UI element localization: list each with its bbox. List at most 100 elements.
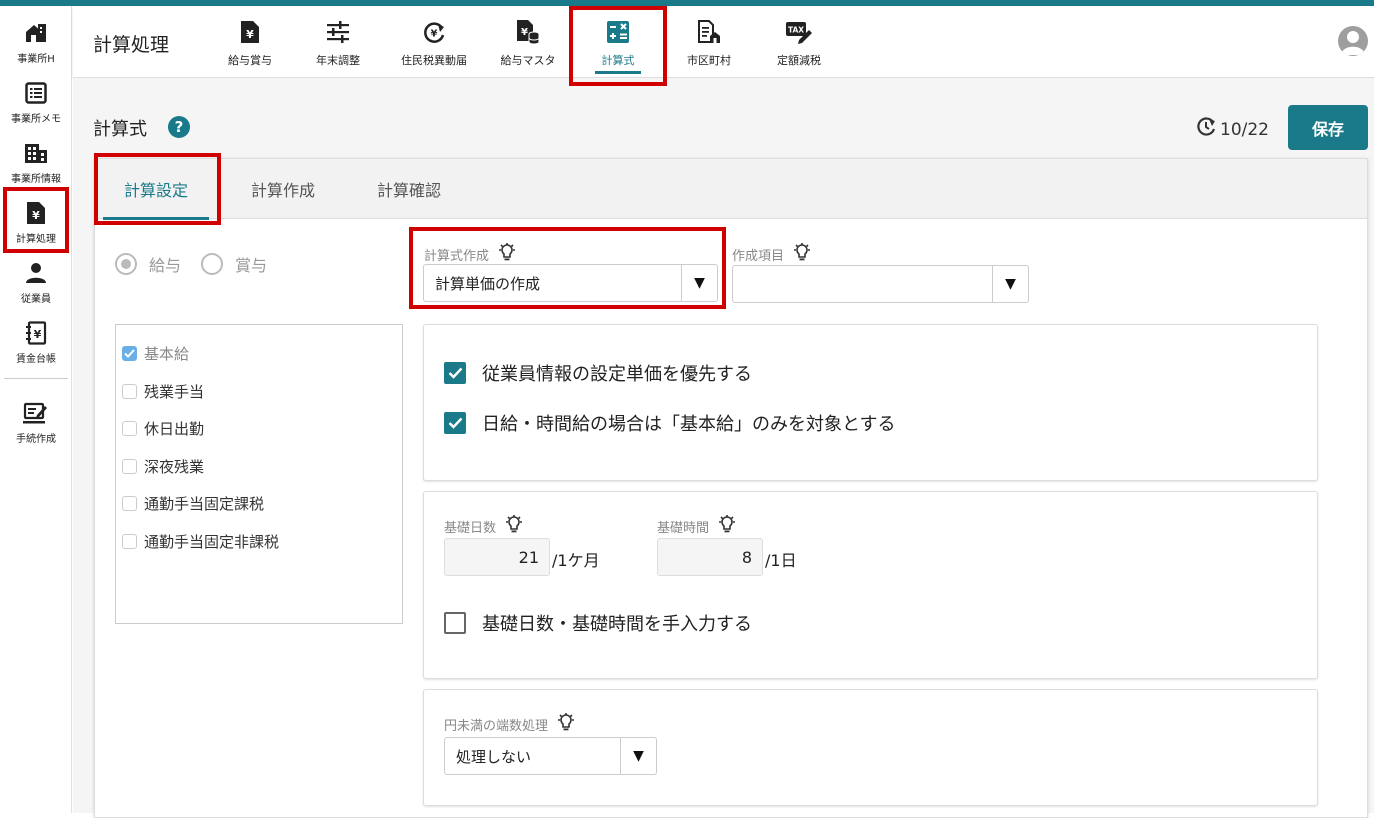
list-item-label: 休日出勤 bbox=[144, 420, 205, 439]
person-icon bbox=[23, 260, 49, 286]
sidebar-item-office-info[interactable]: 事業所情報 bbox=[0, 134, 72, 192]
sidebar-item-office-memo[interactable]: 事業所メモ bbox=[0, 74, 72, 132]
nav-label: 年末調整 bbox=[316, 54, 360, 67]
bonus-radio-label: 賞与 bbox=[235, 256, 268, 275]
nav-label: 給与賞与 bbox=[228, 54, 272, 67]
target-field-label: 作成項目 bbox=[732, 242, 812, 266]
list-item[interactable]: 残業手当 bbox=[116, 373, 402, 411]
svg-text:¥: ¥ bbox=[246, 28, 254, 41]
checkbox[interactable] bbox=[122, 458, 137, 474]
bonus-radio[interactable] bbox=[201, 253, 224, 275]
checkbox[interactable] bbox=[122, 383, 137, 399]
checkbox[interactable] bbox=[122, 496, 137, 512]
lightbulb-icon[interactable] bbox=[792, 242, 812, 266]
help-icon[interactable]: ? bbox=[168, 116, 190, 138]
nav-calc-formula[interactable]: 計算式 bbox=[581, 6, 655, 78]
list-item[interactable]: 深夜残業 bbox=[116, 448, 402, 486]
checkbox-checked[interactable] bbox=[122, 346, 137, 362]
sidebar-divider bbox=[4, 378, 68, 379]
prefer-employee-rate-option[interactable]: 従業員情報の設定単価を優先する bbox=[444, 360, 752, 386]
nav-label: 住民税異動届 bbox=[401, 54, 467, 67]
list-item[interactable]: 通勤手当固定非課税 bbox=[116, 523, 402, 561]
basis-panel: 基礎日数 /1ケ月 基礎時間 /1日 基礎日数・基礎時間を手入力する bbox=[423, 491, 1318, 679]
form-edit-icon bbox=[23, 400, 49, 426]
chevron-down-icon: ▼ bbox=[681, 265, 717, 301]
rounding-panel: 円未満の端数処理 処理しない ▼ bbox=[423, 689, 1318, 806]
tax-edit-icon: TAX bbox=[785, 18, 813, 46]
sidebar-item-label: 事業所メモ bbox=[11, 114, 61, 125]
chevron-down-icon: ▼ bbox=[620, 738, 656, 774]
formula-select[interactable]: 計算単価の作成 ▼ bbox=[423, 264, 718, 302]
nav-fixed-tax-reduction[interactable]: TAX 定額減税 bbox=[767, 6, 831, 78]
list-item[interactable]: 通勤手当固定課税 bbox=[116, 485, 402, 523]
sidebar-item-label: 計算処理 bbox=[16, 234, 56, 245]
list-item[interactable]: 基本給 bbox=[116, 335, 402, 373]
list-item-label: 深夜残業 bbox=[144, 457, 205, 476]
checkbox-checked[interactable] bbox=[444, 412, 466, 434]
tab-bar: 計算設定 計算作成 計算確認 bbox=[95, 159, 1367, 220]
checkbox[interactable] bbox=[444, 612, 466, 634]
sidebar-item-calculation[interactable]: ¥ 計算処理 bbox=[0, 194, 72, 252]
sidebar-item-employees[interactable]: 従業員 bbox=[0, 254, 72, 312]
basis-hours-label-text: 基礎時間 bbox=[657, 520, 710, 536]
app-title: 計算処理 bbox=[93, 34, 170, 56]
basis-hours-input[interactable] bbox=[657, 538, 763, 576]
history-count: 10/22 bbox=[1220, 119, 1269, 140]
unit-price-options-panel: 従業員情報の設定単価を優先する 日給・時間給の場合は「基本給」のみを対象とする bbox=[423, 324, 1318, 481]
tab-calc-confirm[interactable]: 計算確認 bbox=[357, 159, 461, 219]
nav-label: 計算式 bbox=[601, 54, 635, 67]
option-label: 従業員情報の設定単価を優先する bbox=[482, 364, 752, 385]
tab-calc-settings[interactable]: 計算設定 bbox=[103, 159, 209, 220]
salary-radio-label: 給与 bbox=[149, 256, 182, 275]
list-item-label: 通勤手当固定非課税 bbox=[144, 532, 280, 551]
left-sidebar: 事業所H 事業所メモ 事業所情報 ¥ 計算処理 従業員 ¥ 賃金台帳 手続作成 bbox=[0, 6, 72, 813]
lightbulb-icon[interactable] bbox=[497, 242, 517, 266]
list-item-label: 基本給 bbox=[144, 345, 190, 364]
svg-text:TAX: TAX bbox=[788, 26, 804, 35]
save-button[interactable]: 保存 bbox=[1288, 105, 1368, 150]
calculator-icon bbox=[604, 18, 632, 46]
rounding-label-text: 円未満の端数処理 bbox=[444, 718, 549, 734]
memo-list-icon bbox=[23, 80, 49, 106]
sidebar-item-label: 事業所H bbox=[17, 54, 55, 65]
lightbulb-icon[interactable] bbox=[504, 514, 524, 538]
manual-basis-option[interactable]: 基礎日数・基礎時間を手入力する bbox=[444, 610, 752, 636]
sidebar-item-procedures[interactable]: 手続作成 bbox=[0, 394, 72, 452]
pay-item-list: 基本給 残業手当 休日出勤 深夜残業 通勤手当固定課税 通勤手当固定非課税 bbox=[115, 324, 403, 624]
checkbox[interactable] bbox=[122, 421, 137, 437]
formula-label-text: 計算式作成 bbox=[424, 248, 490, 264]
user-icon bbox=[1341, 31, 1365, 55]
basic-only-option[interactable]: 日給・時間給の場合は「基本給」のみを対象とする bbox=[444, 410, 895, 436]
history-button[interactable]: 10/22 bbox=[1195, 116, 1269, 143]
ledger-yen-icon: ¥ bbox=[23, 320, 49, 346]
lightbulb-icon[interactable] bbox=[717, 514, 737, 538]
sidebar-item-office-home[interactable]: 事業所H bbox=[0, 14, 72, 72]
svg-text:¥: ¥ bbox=[521, 27, 528, 38]
nav-label: 定額減税 bbox=[777, 54, 821, 67]
user-avatar[interactable] bbox=[1338, 26, 1368, 56]
yen-document-icon: ¥ bbox=[23, 200, 49, 226]
list-item-label: 通勤手当固定課税 bbox=[144, 495, 265, 514]
nav-year-end-adjustment[interactable]: 年末調整 bbox=[307, 6, 369, 78]
refresh-yen-icon: ¥ bbox=[420, 18, 448, 46]
history-icon bbox=[1195, 116, 1217, 143]
sidebar-item-wage-ledger[interactable]: ¥ 賃金台帳 bbox=[0, 314, 72, 372]
list-item[interactable]: 休日出勤 bbox=[116, 410, 402, 448]
nav-salary-bonus[interactable]: ¥ 給与賞与 bbox=[221, 6, 279, 78]
rounding-select[interactable]: 処理しない ▼ bbox=[444, 737, 657, 775]
nav-resident-tax-change[interactable]: ¥ 住民税異動届 bbox=[393, 6, 475, 78]
lightbulb-icon[interactable] bbox=[556, 712, 576, 736]
target-item-select[interactable]: ▼ bbox=[732, 265, 1029, 303]
option-label: 日給・時間給の場合は「基本給」のみを対象とする bbox=[482, 414, 896, 435]
formula-select-value: 計算単価の作成 bbox=[435, 274, 541, 293]
tab-calc-create[interactable]: 計算作成 bbox=[231, 159, 335, 219]
basis-days-input[interactable] bbox=[444, 538, 550, 576]
yen-database-icon: ¥ bbox=[514, 18, 542, 46]
sidebar-item-label: 手続作成 bbox=[16, 434, 56, 445]
checkbox[interactable] bbox=[122, 533, 137, 549]
nav-salary-master[interactable]: ¥ 給与マスタ bbox=[495, 6, 561, 78]
checkbox-checked[interactable] bbox=[444, 362, 466, 384]
nav-municipality[interactable]: 市区町村 bbox=[677, 6, 741, 78]
svg-text:¥: ¥ bbox=[431, 29, 438, 40]
salary-radio[interactable] bbox=[115, 253, 137, 275]
